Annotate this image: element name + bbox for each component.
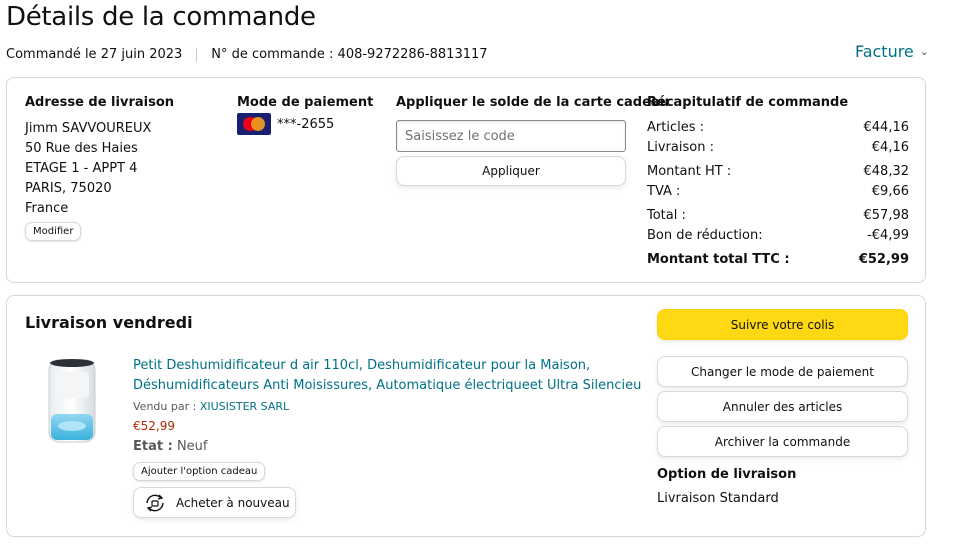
shipping-address: Jimm SAVVOUREUX 50 Rue des Haies ETAGE 1… xyxy=(25,119,151,219)
product-title-link[interactable]: Petit Deshumidificateur d air 110cl, Des… xyxy=(133,356,643,396)
delivery-panel: Livraison vendredi Petit Deshumidificate… xyxy=(6,295,926,537)
summary-row: Total : €57,98 xyxy=(647,208,909,223)
address-line: 50 Rue des Haies xyxy=(25,141,138,156)
delivery-title: Livraison vendredi xyxy=(25,313,193,332)
condition-value: Neuf xyxy=(176,439,208,454)
gift-card-title: Appliquer le solde de la carte cadeau xyxy=(396,95,669,110)
meta-divider xyxy=(196,47,198,62)
summary-row: Articles : €44,16 xyxy=(647,120,909,135)
summary-row: Montant HT : €48,32 xyxy=(647,164,909,179)
order-number: N° de commande : 408-9272286-8813117 xyxy=(211,47,488,62)
page-title: Détails de la commande xyxy=(6,2,316,32)
modify-address-button[interactable]: Modifier xyxy=(25,222,82,241)
address-line: Jimm SAVVOUREUX xyxy=(25,121,152,136)
order-info-panel: Adresse de livraison Jimm SAVVOUREUX 50 … xyxy=(6,77,926,283)
address-line: PARIS, 75020 xyxy=(25,181,112,196)
summary-row: TVA : €9,66 xyxy=(647,184,909,199)
product-image[interactable] xyxy=(41,356,103,448)
order-date: Commandé le 27 juin 2023 xyxy=(6,47,183,62)
grand-total-row: Montant total TTC : €52,99 xyxy=(647,252,909,267)
product-condition: Etat : Neuf xyxy=(133,439,208,454)
address-line: France xyxy=(25,201,69,216)
condition-label: Etat : xyxy=(133,439,173,454)
delivery-option-value: Livraison Standard xyxy=(657,491,779,506)
product-price: €52,99 xyxy=(133,419,175,433)
buy-again-button[interactable]: Acheter à nouveau xyxy=(133,487,296,518)
payment-method-title: Mode de paiement xyxy=(237,95,374,110)
summary-row: Bon de réduction: -€4,99 xyxy=(647,228,909,243)
summary-row: Livraison : €4,16 xyxy=(647,140,909,155)
buy-again-label: Acheter à nouveau xyxy=(176,495,290,510)
gift-option-button[interactable]: Ajouter l'option cadeau xyxy=(133,462,266,481)
cancel-items-button[interactable]: Annuler des articles xyxy=(657,391,908,422)
change-payment-button[interactable]: Changer le mode de paiement xyxy=(657,356,908,387)
address-line: ETAGE 1 - APPT 4 xyxy=(25,161,138,176)
gift-card-code-input[interactable] xyxy=(396,120,626,152)
shipping-address-title: Adresse de livraison xyxy=(25,95,175,110)
order-summary: Articles : €44,16 Livraison : €4,16 Montan… xyxy=(647,118,909,270)
invoice-dropdown[interactable]: Facture ⌄ xyxy=(855,42,929,61)
invoice-label: Facture xyxy=(854,42,914,61)
track-package-button[interactable]: Suivre votre colis xyxy=(657,309,908,340)
archive-order-button[interactable]: Archiver la commande xyxy=(657,426,908,457)
order-summary-title: Récapitulatif de commande xyxy=(647,95,849,110)
buy-again-icon xyxy=(146,494,164,511)
order-meta: Commandé le 27 juin 2023 N° de commande … xyxy=(6,47,488,62)
apply-gift-card-button[interactable]: Appliquer xyxy=(396,156,626,186)
mastercard-icon xyxy=(237,113,271,135)
payment-method: ***-2655 xyxy=(237,113,334,135)
chevron-down-icon: ⌄ xyxy=(919,45,929,58)
vendor-label: Vendu par : xyxy=(133,400,197,413)
vendor-link[interactable]: XIUSISTER SARL xyxy=(200,400,289,413)
delivery-option-title: Option de livraison xyxy=(657,467,797,482)
card-number: ***-2655 xyxy=(277,116,335,132)
vendor-line: Vendu par : XIUSISTER SARL xyxy=(133,400,289,413)
